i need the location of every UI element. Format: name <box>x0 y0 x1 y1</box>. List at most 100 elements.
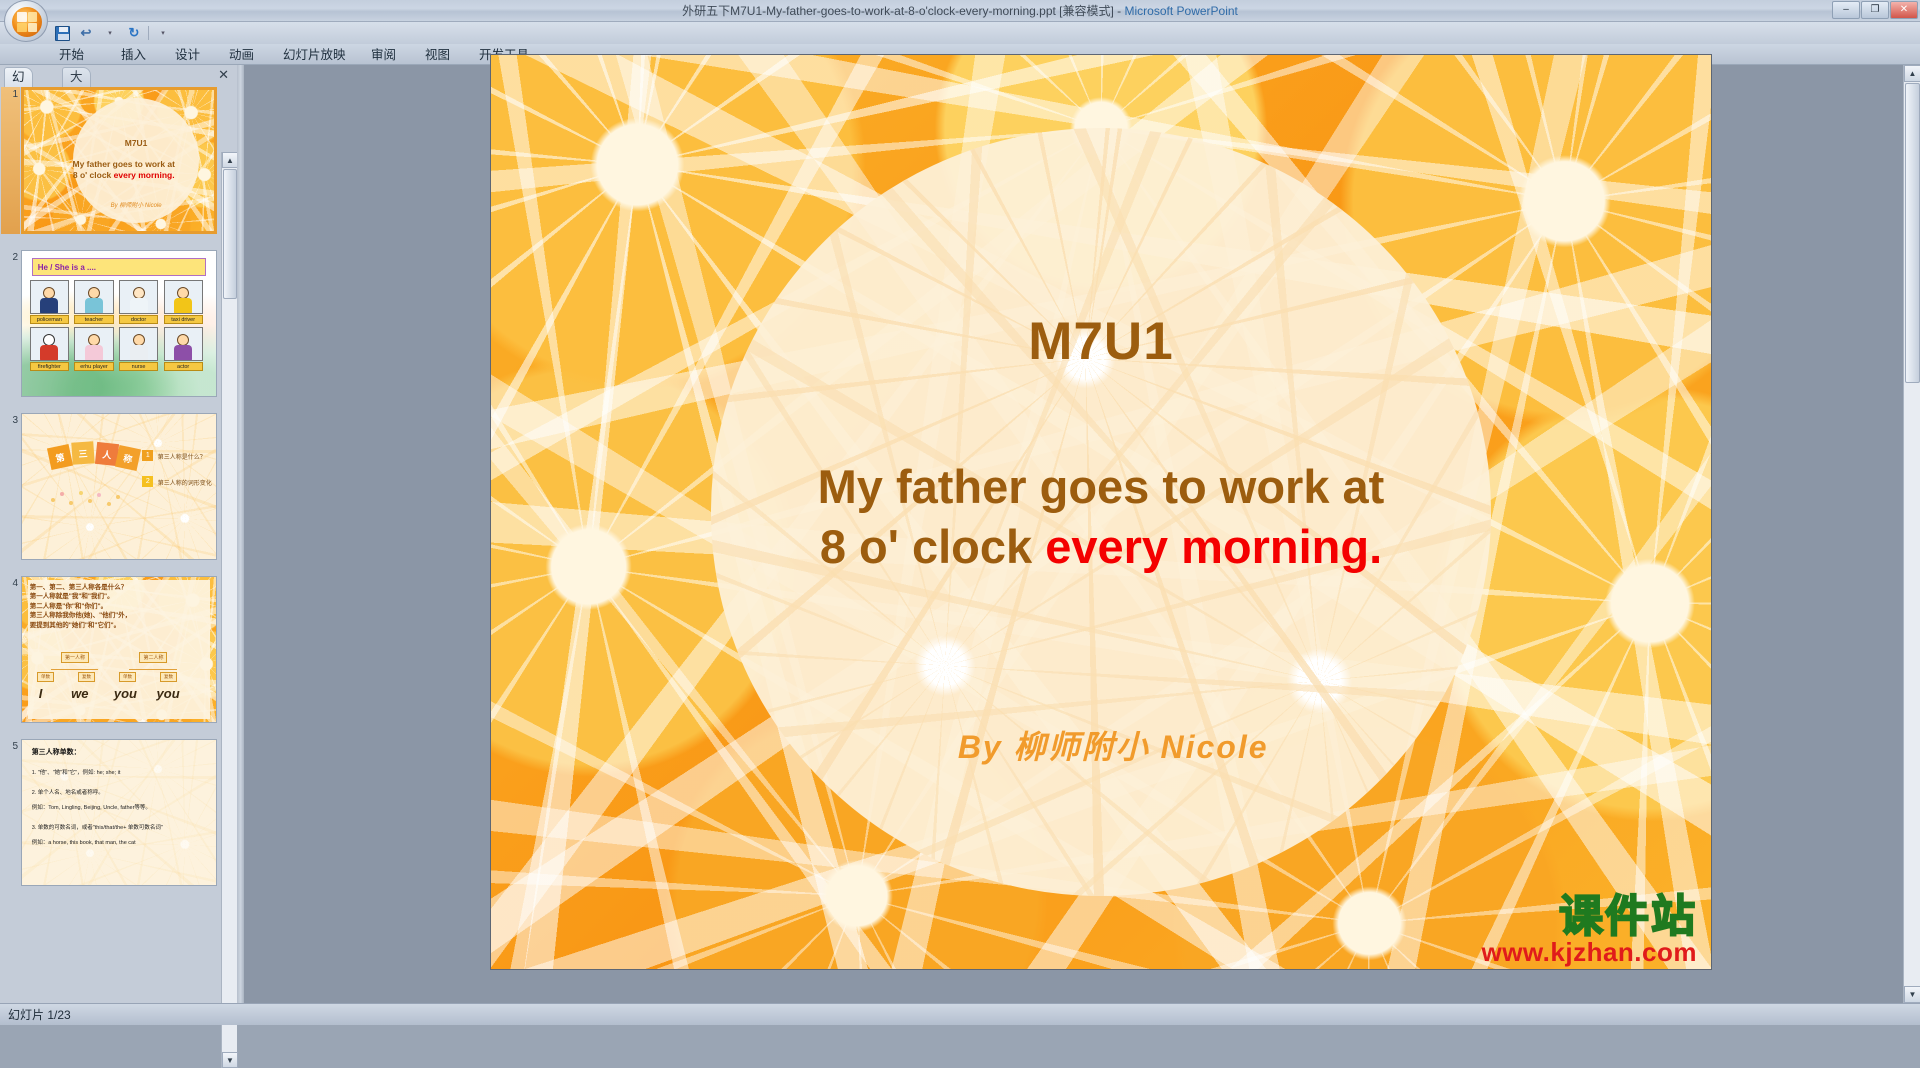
slide-thumb-canvas-3[interactable]: 第 三 人 称 1 第三人称是什么？ 2 第三人称的词形变化 <box>21 413 217 560</box>
slide-body-text[interactable]: My father goes to work at 8 o' clock eve… <box>625 457 1577 577</box>
thumb4-pronoun: I <box>39 686 43 701</box>
thumb4-line: 第二人称是"你"和"你们"。 <box>30 603 107 610</box>
thumb4-subnode: 复数 <box>78 672 95 682</box>
undo-button[interactable]: ↩ <box>76 24 96 42</box>
slide-editing-stage[interactable]: M7U1 My father goes to work at 8 o' cloc… <box>244 65 1920 1003</box>
slide-thumbnail-1[interactable]: 1 M7U1 My father goes to work at 8 o' cl… <box>0 87 237 242</box>
thumb3-item-text: 第三人称的词形变化 <box>158 478 212 487</box>
slide-thumb-canvas-4[interactable]: 第一、第二、第三人称各是什么？ 第一人称就是"我"和"我们"。 第二人称是"你"… <box>21 576 217 723</box>
thumb3-confetti <box>49 489 127 509</box>
slide-body-line2-red: every morning. <box>1045 520 1382 573</box>
slide-thumb-canvas-2[interactable]: He / She is a .... policeman <box>21 250 217 397</box>
thumb4-tree-diagram: 第一人称 第二人称 单数 复数 单数 复数 I we you you <box>34 652 205 716</box>
window-title-separator: - <box>1114 4 1125 18</box>
slide-thumbnail-5[interactable]: 5 第三人称单数： 1. "他"、"她"和"它"，例如: he; she; it… <box>0 739 237 894</box>
main-vertical-scrollbar[interactable]: ▲ ▼ <box>1903 65 1920 1003</box>
slide-thumbnail-2[interactable]: 2 He / She is a .... policeman <box>0 250 237 405</box>
profession-label: policeman <box>30 315 69 324</box>
profession-label: erhu player <box>74 362 113 371</box>
thumb2-profession-grid: policeman teacher <box>30 280 208 374</box>
window-title-appname: Microsoft PowerPoint <box>1125 4 1238 18</box>
watermark-site-name: 课件站 <box>1481 895 1697 939</box>
ribbon-tab-home[interactable]: 开始 <box>50 45 93 65</box>
ribbon-tab-insert[interactable]: 插入 <box>112 45 155 65</box>
slide-thumbnail-list[interactable]: 1 M7U1 My father goes to work at 8 o' cl… <box>0 87 237 1003</box>
profession-label: actor <box>164 362 203 371</box>
thumb4-subnode: 复数 <box>160 672 177 682</box>
thumb5-paragraph: 3. 单数的可数名词，或者"this/that/the+ 单数可数名词" <box>32 824 207 832</box>
undo-dropdown-icon[interactable]: ▾ <box>100 24 120 42</box>
thumb4-pronoun: you <box>114 686 137 701</box>
thumb3-tile: 三 <box>72 441 95 464</box>
pane-tab-slides[interactable]: 幻灯片 <box>4 67 33 87</box>
slide-number-2: 2 <box>4 252 18 263</box>
ribbon-tab-view[interactable]: 视图 <box>416 45 459 65</box>
thumb4-pronoun: you <box>157 686 180 701</box>
profession-image <box>164 327 203 361</box>
profession-image <box>74 327 113 361</box>
scroll-down-button[interactable]: ▼ <box>222 1052 238 1068</box>
profession-cell: actor <box>164 327 203 371</box>
profession-label: nurse <box>119 362 158 371</box>
slide-thumb-canvas-1[interactable]: M7U1 My father goes to work at 8 o' cloc… <box>21 87 217 234</box>
citrus-cream-overlay <box>22 740 216 885</box>
close-button[interactable]: ✕ <box>1890 1 1918 19</box>
office-button[interactable] <box>4 0 48 42</box>
profession-label: firefighter <box>30 362 69 371</box>
slide-thumbnail-4[interactable]: 4 第一、第二、第三人称各是什么？ 第一人称就是"我"和"我们"。 第二人称是"… <box>0 576 237 731</box>
profession-cell: erhu player <box>74 327 113 371</box>
thumb5-paragraph: 1. "他"、"她"和"它"，例如: he; she; it <box>32 769 207 777</box>
profession-cell: doctor <box>119 280 158 324</box>
toolbar-divider <box>148 26 149 40</box>
scroll-down-button[interactable]: ▼ <box>1904 986 1920 1003</box>
thumb4-subnode: 单数 <box>119 672 136 682</box>
pane-tab-outline[interactable]: 大纲 <box>62 67 91 87</box>
redo-button[interactable]: ↻ <box>124 24 144 42</box>
thumb4-line: 要提到其他的"她们"和"它们"。 <box>30 622 120 629</box>
thumb2-row-2: firefighter erhu player <box>30 327 208 371</box>
profession-cell: taxi driver <box>164 280 203 324</box>
thumbnail-pane-scrollbar[interactable]: ▲ ▼ <box>221 152 237 1068</box>
thumb3-item-text: 第三人称是什么？ <box>158 452 206 461</box>
thumb4-subnode: 单数 <box>37 672 54 682</box>
close-pane-icon[interactable]: ✕ <box>218 68 229 82</box>
current-slide[interactable]: M7U1 My father goes to work at 8 o' cloc… <box>490 54 1712 970</box>
scroll-thumb[interactable] <box>1905 83 1920 383</box>
thumb1-line1: My father goes to work at <box>72 159 175 169</box>
thumb4-line: 第一人称就是"我"和"我们"。 <box>30 593 114 600</box>
scroll-up-button[interactable]: ▲ <box>1904 65 1920 82</box>
thumb4-node: 第二人称 <box>139 652 167 663</box>
slide-title-text[interactable]: M7U1 <box>711 311 1492 372</box>
slide-signature-text[interactable]: By 柳师附小 Nicole <box>711 722 1516 768</box>
profession-cell: policeman <box>30 280 69 324</box>
ribbon-tab-design[interactable]: 设计 <box>166 45 209 65</box>
thumb2-row-1: policeman teacher <box>30 280 208 324</box>
thumb4-text-block: 第一、第二、第三人称各是什么？ 第一人称就是"我"和"我们"。 第二人称是"你"… <box>30 583 208 631</box>
thumb3-item-number: 1 <box>142 450 153 461</box>
ribbon-tab-review[interactable]: 审阅 <box>362 45 405 65</box>
office-logo-icon <box>12 7 42 37</box>
thumb4-line: 第三人称除我你他(她)、"他们"外， <box>30 612 132 619</box>
profession-label: doctor <box>119 315 158 324</box>
slide-body-line2-plain: 8 o' clock <box>820 520 1045 573</box>
slide-thumbnail-3[interactable]: 3 第 三 人 称 1 第三人称是什么？ 2 第三人称的词形变化 <box>0 413 237 568</box>
pane-splitter[interactable] <box>237 65 244 1003</box>
selection-band <box>1 87 20 234</box>
customize-toolbar-icon[interactable]: ▾ <box>153 24 173 42</box>
profession-label: taxi driver <box>164 315 203 324</box>
scroll-thumb[interactable] <box>223 169 237 299</box>
profession-cell: nurse <box>119 327 158 371</box>
minimize-button[interactable]: – <box>1832 1 1860 19</box>
ribbon-tab-animations[interactable]: 动画 <box>220 45 263 65</box>
thumb5-paragraph: 例如：a horse, this book, that man, the cat <box>32 839 207 847</box>
ribbon-tab-slideshow[interactable]: 幻灯片放映 <box>274 45 355 65</box>
slide-number-5: 5 <box>4 741 18 752</box>
thumb5-heading: 第三人称单数： <box>32 747 81 757</box>
scroll-up-button[interactable]: ▲ <box>222 152 238 168</box>
window-controls: – ❐ ✕ <box>1832 1 1918 19</box>
slide-thumb-canvas-5[interactable]: 第三人称单数： 1. "他"、"她"和"它"，例如: he; she; it 2… <box>21 739 217 886</box>
thumb1-title: M7U1 <box>73 138 198 148</box>
slide-body-line1: My father goes to work at <box>818 460 1385 513</box>
restore-button[interactable]: ❐ <box>1861 1 1889 19</box>
save-button[interactable] <box>52 24 72 42</box>
